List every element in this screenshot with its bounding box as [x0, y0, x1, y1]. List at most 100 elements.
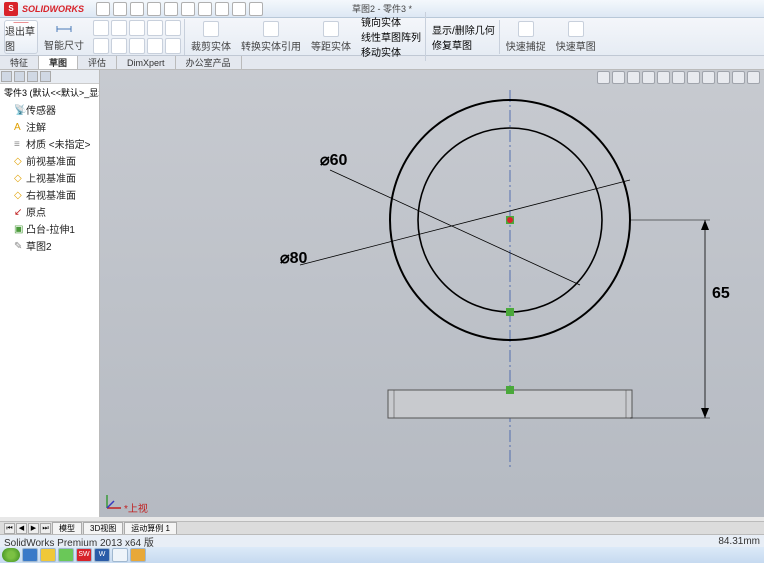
view-orientation-label: *上视 [124, 500, 148, 515]
triad-icon [104, 491, 124, 511]
ft-tab4-icon[interactable] [40, 71, 51, 82]
sheet-tabs: ⏮ ◀ ▶ ⏭ 模型 3D视图 运动算例 1 [0, 521, 764, 534]
qat-new-icon[interactable] [96, 2, 110, 16]
ft-extrude[interactable]: ▣凸台-拉伸1 [0, 220, 99, 237]
ft-tab3-icon[interactable] [27, 71, 38, 82]
text-tool[interactable] [165, 38, 181, 54]
qat-save-icon[interactable] [130, 2, 144, 16]
ft-tab1-icon[interactable] [1, 71, 12, 82]
dim-dia80[interactable]: ⌀80 [280, 248, 307, 268]
move-button[interactable]: 移动实体 [361, 44, 421, 59]
origin-icon: ↙ [14, 207, 23, 216]
rapid-icon [568, 21, 584, 37]
feature-tree-toolbar [0, 70, 99, 84]
smart-dim-button[interactable]: 智能尺寸 [40, 21, 88, 52]
qat-undo-icon[interactable] [164, 2, 178, 16]
tab-evaluate[interactable]: 评估 [78, 56, 117, 69]
ft-front-plane[interactable]: ◇前视基准面 [0, 152, 99, 169]
tab-office[interactable]: 办公室产品 [176, 56, 242, 69]
tb-app3-icon[interactable] [58, 548, 74, 562]
sketch-icon: ✎ [14, 241, 23, 250]
show-relations-button[interactable]: 显示/删除几何 [432, 22, 495, 37]
qat-options-icon[interactable] [215, 2, 229, 16]
qat-print-icon[interactable] [147, 2, 161, 16]
convert-button[interactable]: 转换实体引用 [237, 20, 305, 53]
rect-tool[interactable] [111, 20, 127, 36]
convert-icon [263, 21, 279, 37]
qat-help-icon[interactable] [232, 2, 246, 16]
sheet-first-icon[interactable]: ⏮ [4, 523, 15, 534]
slot-tool[interactable] [93, 38, 109, 54]
tb-solidworks-icon[interactable]: SW [76, 548, 92, 562]
tab-dimxpert[interactable]: DimXpert [117, 56, 176, 69]
line-tool[interactable] [93, 20, 109, 36]
repair-sketch-button[interactable]: 修复草图 [432, 37, 495, 52]
sensor-icon: 📡 [14, 105, 23, 114]
status-measure: 84.31mm [718, 536, 760, 547]
status-bar: SolidWorks Premium 2013 x64 版 84.31mm [0, 534, 764, 547]
sketch-drawing [100, 70, 764, 517]
quick-access-toolbar [96, 2, 263, 16]
ribbon: 退出草图 智能尺寸 裁剪实体 转换实体引用 等距实体 镜向实体 线性草图阵列 移… [0, 18, 764, 56]
dim-dia60[interactable]: ⌀60 [320, 150, 347, 170]
ft-sensors[interactable]: 📡传感器 [0, 101, 99, 118]
qat-search-icon[interactable] [249, 2, 263, 16]
snap-icon [518, 21, 534, 37]
sheet-next-icon[interactable]: ▶ [28, 523, 39, 534]
tb-app5-icon[interactable] [112, 548, 128, 562]
ft-annotations[interactable]: A注解 [0, 118, 99, 135]
sheet-last-icon[interactable]: ⏭ [40, 523, 51, 534]
plane-icon: ◇ [14, 156, 23, 165]
trim-icon [203, 21, 219, 37]
exit-sketch-label: 退出草图 [5, 23, 37, 53]
dimension-icon [55, 21, 73, 37]
ft-root-node[interactable]: 零件3 (默认<<默认>_显示状态 [0, 84, 99, 101]
arc-tool[interactable] [147, 20, 163, 36]
tab-features[interactable]: 特征 [0, 56, 39, 69]
rapid-sketch-button[interactable]: 快速草图 [552, 20, 600, 53]
sheet-prev-icon[interactable]: ◀ [16, 523, 27, 534]
tb-browser-icon[interactable] [22, 548, 38, 562]
qat-rebuild-icon[interactable] [198, 2, 212, 16]
sketch-entities-group [90, 19, 185, 55]
qat-redo-icon[interactable] [181, 2, 195, 16]
extrude-icon: ▣ [14, 224, 23, 233]
fillet-tool[interactable] [147, 38, 163, 54]
graphics-viewport[interactable]: ⌀60 ⌀80 65 *上视 [100, 70, 764, 517]
ft-sketch2[interactable]: ✎草图2 [0, 237, 99, 254]
ft-origin[interactable]: ↙原点 [0, 203, 99, 220]
ft-tab2-icon[interactable] [14, 71, 25, 82]
app-logo-icon: S [4, 2, 18, 16]
offset-button[interactable]: 等距实体 [307, 20, 355, 53]
exit-sketch-button[interactable]: 退出草图 [4, 20, 38, 54]
sheet-3d[interactable]: 3D视图 [83, 522, 123, 534]
circle-tool[interactable] [129, 20, 145, 36]
relations-group: 显示/删除几何 修复草图 [428, 20, 500, 54]
pattern-group: 镜向实体 线性草图阵列 移动实体 [357, 12, 426, 61]
origin-point-icon [507, 217, 513, 223]
qat-open-icon[interactable] [113, 2, 127, 16]
dim-height[interactable]: 65 [712, 285, 730, 303]
sheet-model[interactable]: 模型 [52, 522, 82, 534]
feature-tree-panel: 零件3 (默认<<默认>_显示状态 📡传感器 A注解 ≡材质 <未指定> ◇前视… [0, 70, 100, 517]
tb-app6-icon[interactable] [130, 548, 146, 562]
app-brand: SOLIDWORKS [22, 4, 84, 14]
mirror-button[interactable]: 镜向实体 [361, 14, 421, 29]
spline-tool[interactable] [165, 20, 181, 36]
material-icon: ≡ [14, 139, 23, 148]
start-button-icon[interactable] [2, 548, 20, 562]
ft-right-plane[interactable]: ◇右视基准面 [0, 186, 99, 203]
tb-explorer-icon[interactable] [40, 548, 56, 562]
linear-pattern-button[interactable]: 线性草图阵列 [361, 29, 421, 44]
tb-word-icon[interactable]: W [94, 548, 110, 562]
tab-sketch[interactable]: 草图 [39, 56, 78, 69]
ft-material[interactable]: ≡材质 <未指定> [0, 135, 99, 152]
document-title: 草图2 - 零件3 * [352, 2, 412, 15]
sheet-motion[interactable]: 运动算例 1 [124, 522, 177, 534]
trim-button[interactable]: 裁剪实体 [187, 20, 235, 53]
plane-icon: ◇ [14, 173, 23, 182]
quick-snap-button[interactable]: 快速捕捉 [502, 20, 550, 53]
polygon-tool[interactable] [111, 38, 127, 54]
ellipse-tool[interactable] [129, 38, 145, 54]
ft-top-plane[interactable]: ◇上视基准面 [0, 169, 99, 186]
